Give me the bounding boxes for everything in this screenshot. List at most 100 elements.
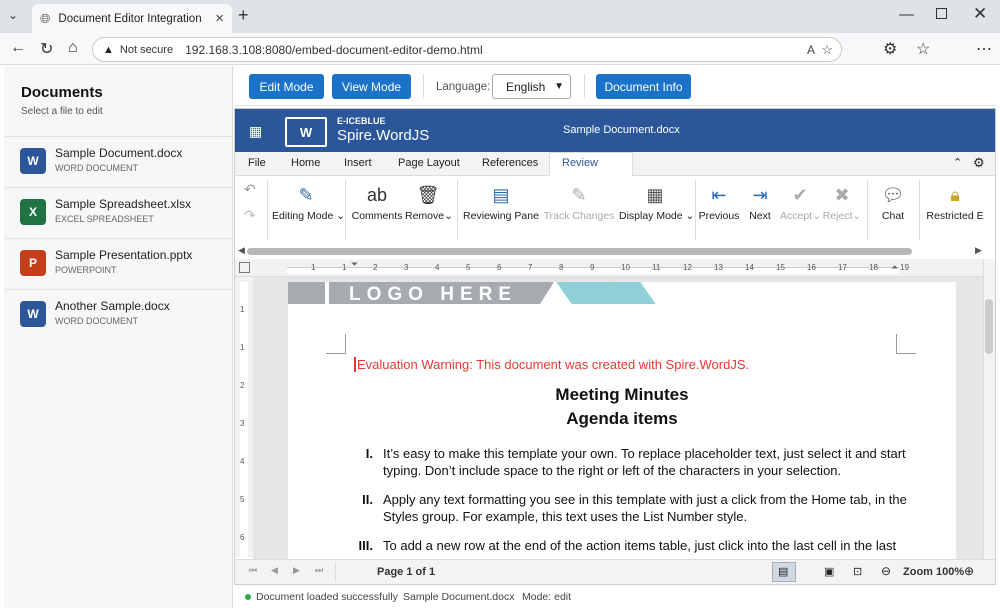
warning-icon: ▲ xyxy=(103,43,114,56)
document-info-button[interactable]: Document Info xyxy=(596,74,691,99)
ruler-number: 8 xyxy=(559,263,564,272)
reviewing-pane-button[interactable]: ▤ Reviewing Pane xyxy=(463,180,539,223)
chevron-down-icon: ▼ xyxy=(554,81,564,92)
more-menu-icon[interactable]: ⋯ xyxy=(976,39,992,59)
reject-change-button[interactable]: ✖ Reject⌄ xyxy=(822,180,862,223)
app-footer: Document loaded successfully Sample Docu… xyxy=(234,587,996,609)
print-layout-icon: ▤ xyxy=(778,566,789,578)
tab-close-icon[interactable]: × xyxy=(215,10,224,27)
chat-button[interactable]: 💬︎ Chat xyxy=(875,180,911,223)
file-type-icon: P xyxy=(20,250,46,276)
web-layout-icon[interactable]: ▣ xyxy=(824,565,834,578)
chat-icon: 💬︎ xyxy=(881,184,905,205)
tab-list-chevron-icon[interactable]: ⌄ xyxy=(8,8,18,22)
indent-marker-icon[interactable]: ⏷ xyxy=(351,259,358,270)
display-mode-button[interactable]: ▦ Display Mode ⌄ xyxy=(619,180,694,223)
document-page[interactable]: LOGO HERE Evaluation Warning: This docum… xyxy=(288,282,956,559)
remove-label: Remove xyxy=(405,210,445,222)
file-list-item[interactable]: P Sample Presentation.pptx POWERPOINT xyxy=(4,238,232,288)
undo-icon[interactable]: ↶ xyxy=(244,181,256,198)
vertical-scrollbar[interactable] xyxy=(983,259,995,559)
ribbon-divider xyxy=(919,180,920,240)
favorites-icon[interactable]: ☆ xyxy=(916,39,930,59)
track-changes-button[interactable]: ✎ Track Changes xyxy=(543,180,615,223)
next-page-icon[interactable]: ▶ xyxy=(293,565,300,576)
file-list-item[interactable]: W Another Sample.docx WORD DOCUMENT xyxy=(4,289,232,339)
evaluation-warning: Evaluation Warning: This document was cr… xyxy=(354,357,749,372)
tab-file[interactable]: File xyxy=(248,157,266,169)
margin-corner-left xyxy=(326,334,346,354)
read-aloud-icon[interactable]: A xyxy=(807,43,815,57)
scroll-right-icon[interactable]: ▶ xyxy=(975,245,982,256)
app-grid-icon[interactable]: ▦ xyxy=(249,123,262,140)
tab-stop-selector[interactable] xyxy=(239,262,250,273)
prev-page-icon[interactable]: ◀ xyxy=(271,565,278,576)
current-file: Sample Document.docx xyxy=(403,591,515,603)
comments-button[interactable]: ab Comments xyxy=(351,180,403,223)
edit-mode-button[interactable]: Edit Mode xyxy=(249,74,324,99)
close-window-icon[interactable]: ✕ xyxy=(973,4,987,24)
document-canvas: LOGO HERE Evaluation Warning: This docum… xyxy=(253,277,983,559)
previous-label: Previous xyxy=(698,210,740,222)
fit-page-icon[interactable]: ⊡ xyxy=(853,565,862,578)
ruler-number: 11 xyxy=(652,263,661,272)
list-text: It’s easy to make this template your own… xyxy=(383,446,906,478)
tab-insert[interactable]: Insert xyxy=(344,157,372,169)
back-icon[interactable]: ← xyxy=(10,39,26,57)
ruler-number: 14 xyxy=(745,263,754,272)
next-change-button[interactable]: ⇥ Next xyxy=(744,180,776,223)
ruler-number: 3 xyxy=(404,263,409,272)
last-page-icon[interactable]: ⏭ xyxy=(315,565,323,576)
display-mode-label: Display Mode xyxy=(619,210,683,222)
collapse-ribbon-icon[interactable]: ⌃ xyxy=(953,156,962,169)
heading-agenda-items: Agenda items xyxy=(566,409,678,428)
file-name: Sample Spreadsheet.xlsx xyxy=(55,197,192,211)
vruler-number: 5 xyxy=(240,495,245,504)
tab-page-layout[interactable]: Page Layout xyxy=(398,157,460,169)
vertical-scroll-thumb[interactable] xyxy=(985,299,993,354)
accept-change-button[interactable]: ✔ Accept⌄ xyxy=(780,180,821,223)
logo-bar-left xyxy=(288,282,325,304)
file-list-item[interactable]: W Sample Document.docx WORD DOCUMENT xyxy=(4,136,232,186)
zoom-out-icon[interactable]: ⊖ xyxy=(881,564,891,578)
first-page-icon[interactable]: ⏮ xyxy=(249,565,257,576)
status-divider xyxy=(335,562,336,582)
previous-icon: ⇤ xyxy=(711,184,727,205)
reviewing-pane-label: Reviewing Pane xyxy=(463,210,539,222)
extensions-icon[interactable]: ⚙ xyxy=(883,39,897,59)
url-text[interactable]: 192.168.3.108:8080/embed-document-editor… xyxy=(185,43,483,57)
tab-review[interactable]: Review xyxy=(562,157,598,169)
maximize-icon[interactable] xyxy=(936,8,947,19)
redo-icon[interactable]: ↷ xyxy=(244,207,256,224)
restricted-editing-button[interactable]: 🔒︎ Restricted E xyxy=(925,180,985,223)
sidebar-subtitle: Select a file to edit xyxy=(21,106,103,117)
minimize-icon[interactable]: — xyxy=(899,6,914,23)
editing-mode-button[interactable]: ✎ Editing Mode ⌄ xyxy=(272,180,345,223)
favorite-star-icon[interactable]: ☆ xyxy=(821,42,833,58)
ribbon-scrollbar[interactable] xyxy=(247,248,912,255)
home-icon[interactable]: ⌂ xyxy=(68,39,78,57)
zoom-in-icon[interactable]: ⊕ xyxy=(964,564,974,578)
previous-change-button[interactable]: ⇤ Previous xyxy=(698,180,740,223)
ribbon-divider xyxy=(345,180,346,240)
status-dot-icon xyxy=(245,594,251,600)
remove-comment-button[interactable]: 🗑︎ Remove⌄ xyxy=(405,180,453,223)
new-tab-icon[interactable]: + xyxy=(238,5,249,26)
reload-icon[interactable]: ↻ xyxy=(40,39,53,59)
language-select[interactable]: English ▼ xyxy=(492,74,571,99)
address-bar[interactable]: ▲ Not secure 192.168.3.108:8080/embed-do… xyxy=(92,37,842,62)
accept-label: Accept xyxy=(780,210,813,222)
tab-home[interactable]: Home xyxy=(291,157,320,169)
view-mode-button[interactable]: View Mode xyxy=(332,74,411,99)
list-item: II. Apply any text formatting you see in… xyxy=(353,491,953,527)
file-list-item[interactable]: X Sample Spreadsheet.xlsx EXCEL SPREADSHEE… xyxy=(4,187,232,237)
ruler-number: 2 xyxy=(373,263,378,272)
scroll-left-icon[interactable]: ◀ xyxy=(238,245,245,256)
right-indent-icon[interactable]: ⏶ xyxy=(891,262,898,273)
tab-references[interactable]: References xyxy=(482,157,538,169)
editing-mode-label: Editing Mode xyxy=(272,210,334,222)
browser-tab[interactable]: 🌐︎ Document Editor Integration Demo × xyxy=(32,4,232,33)
editor-header: ▦ W E-ICEBLUE Spire.WordJS Sample Docume… xyxy=(235,109,995,152)
settings-gear-icon[interactable]: ⚙ xyxy=(973,155,985,171)
logo-text: LOGO HERE xyxy=(349,284,518,305)
